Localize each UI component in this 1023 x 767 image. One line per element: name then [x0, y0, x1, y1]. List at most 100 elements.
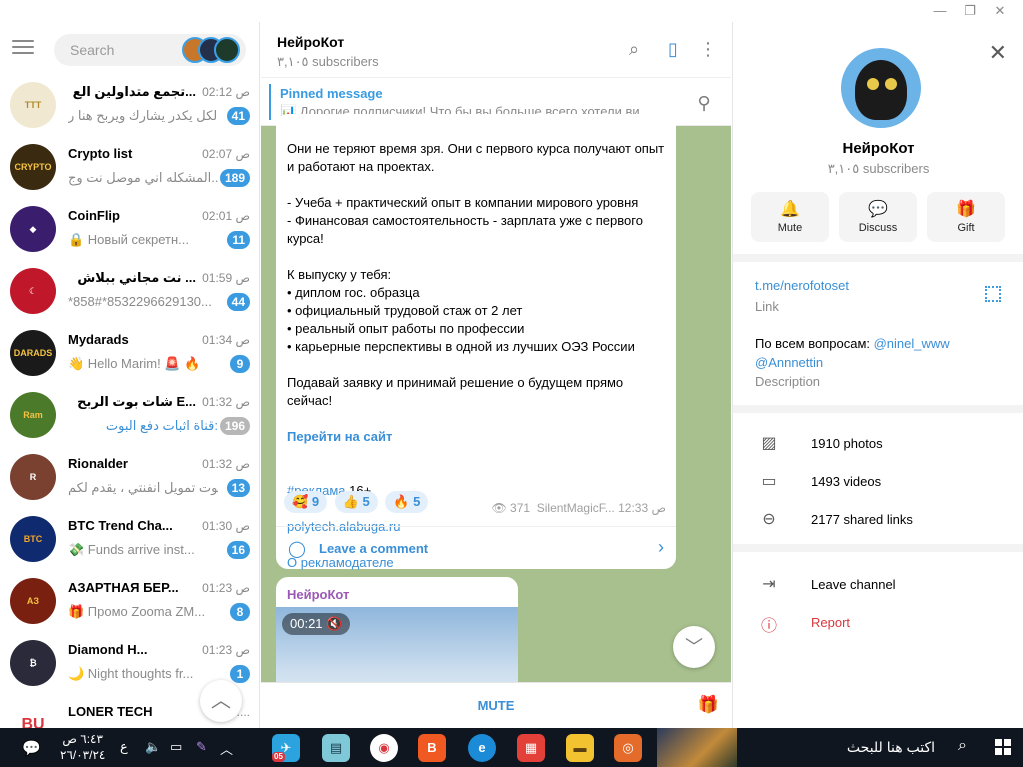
gift-icon[interactable]: 🎁	[698, 695, 719, 715]
store-icon[interactable]: ▦	[517, 734, 545, 762]
app-icon[interactable]: ▤	[322, 734, 350, 762]
chat-item[interactable]: TTT تجمع متداولين الع... ص 02:12 الكل يك…	[0, 74, 259, 136]
leave-channel-button[interactable]: ⇥ Leave channel	[733, 566, 1023, 604]
unread-badge: 44	[226, 293, 250, 311]
scroll-down-button[interactable]: ﹀	[673, 626, 715, 668]
chat-avatar: ◆	[10, 206, 56, 252]
tray-chevron-icon[interactable]: ︿	[220, 739, 233, 758]
language-indicator[interactable]: ع	[120, 739, 128, 755]
chat-avatar: DARADS	[10, 330, 56, 376]
comment-icon: ◯	[288, 541, 306, 558]
link-label: Link	[755, 299, 779, 314]
search-icon[interactable]: ⌕	[623, 38, 645, 60]
notification-icon[interactable]: 💬	[22, 739, 41, 757]
reaction-chip[interactable]: 🔥 5	[385, 491, 429, 513]
chat-preview: *858#*8532296629130...	[68, 294, 212, 309]
chrome-icon[interactable]: ◉	[370, 734, 398, 762]
reactions: 🥰 9 👍 5 🔥 5	[284, 491, 432, 513]
windows-start-icon[interactable]	[995, 739, 1011, 755]
more-options-icon[interactable]: ⋮	[697, 38, 719, 60]
channel-link[interactable]: t.me/nerofotoset	[755, 278, 849, 293]
chat-item[interactable]: DARADS Mydarads ص 01:34 👋 Hello Marim! 🚨…	[0, 322, 259, 384]
window-close-icon[interactable]: ✕	[985, 2, 1015, 20]
pinned-title: Pinned message	[280, 86, 383, 101]
chat-header[interactable]: НейроКот ٣,١٠٥ subscribers ⌕ ▯ ⋮	[261, 22, 731, 78]
close-icon[interactable]: ✕	[989, 40, 1007, 66]
search-icon[interactable]: ⌕	[958, 737, 967, 755]
video-duration[interactable]: 00:21 🔇	[282, 613, 351, 635]
search-highlight-image[interactable]	[657, 728, 737, 767]
chat-preview: 🌙 Night thoughts fr...	[68, 666, 194, 681]
chat-item[interactable]: ◆ CoinFlip ص 02:01 🔒 Новый секретн... 11	[0, 198, 259, 260]
chat-preview: بوت تمويل انفنتي ، يقدم لكم...	[68, 480, 218, 495]
mute-bar: MUTE 🎁	[261, 682, 731, 728]
message-author: SilentMagicF...	[536, 501, 615, 515]
clock[interactable]: ٦:٤٣ ص ٢٦/٠٣/٢٤	[60, 731, 105, 763]
pen-icon[interactable]: ✎	[196, 739, 207, 755]
game-app-icon[interactable]: ◎	[614, 734, 642, 762]
unread-badge: 13	[226, 479, 250, 497]
channel-avatar[interactable]	[841, 48, 921, 128]
mute-action-button[interactable]: 🔔 Mute	[751, 192, 829, 242]
chat-time: ص 01:59	[202, 271, 250, 285]
videos-row[interactable]: ▭ 1493 videos	[733, 463, 1023, 501]
photos-row[interactable]: ▨ 1910 photos	[733, 425, 1023, 463]
chat-item[interactable]: Ram شات بوت الربح E... ص 01:32 قناة اثبا…	[0, 384, 259, 446]
chat-item[interactable]: CRYPTO Crypto list ص 02:07 المشكله اني م…	[0, 136, 259, 198]
discuss-button[interactable]: 💬 Discuss	[839, 192, 917, 242]
chat-title: تجمع متداولين الع...	[72, 84, 196, 99]
links-row[interactable]: ⊖ 2177 shared links	[733, 501, 1023, 539]
chat-avatar: Ram	[10, 392, 56, 438]
minimize-icon[interactable]: —	[925, 2, 955, 20]
link-icon: ⊖	[762, 511, 776, 528]
chat-item[interactable]: ☾ نت مجاني ببلاش ... ص 01:59 *858#*85322…	[0, 260, 259, 322]
chat-item[interactable]: BTC BTC Trend Cha... ص 01:30 💸 Funds arr…	[0, 508, 259, 570]
divider	[733, 544, 1023, 552]
chat-time: ص 01:23	[202, 581, 250, 595]
stories-avatars[interactable]	[182, 37, 242, 63]
restore-icon[interactable]: ❐	[955, 2, 985, 20]
scroll-up-button[interactable]: ︿	[200, 680, 242, 722]
message-author: НейроКот	[287, 587, 350, 602]
unpin-icon[interactable]: ⚲	[693, 92, 715, 114]
taskbar-search[interactable]: اكتب هنا للبحث	[847, 739, 935, 756]
chat-title: CoinFlip	[68, 208, 120, 223]
edge-icon[interactable]: e	[468, 734, 496, 762]
telegram-app-icon[interactable]: ✈ 05	[272, 734, 300, 762]
chat-preview: 👋 Hello Marim! 🚨 🔥	[68, 356, 201, 371]
chat-title: Mydarads	[68, 332, 129, 347]
report-button[interactable]: ⓘ Report	[733, 604, 1023, 642]
network-icon[interactable]: ▭	[170, 739, 182, 755]
reaction-chip[interactable]: 👍 5	[334, 491, 378, 513]
cta-link[interactable]: Перейти на сайт	[287, 428, 667, 446]
reaction-chip[interactable]: 🥰 9	[284, 491, 328, 513]
chat-avatar: АЗ	[10, 578, 56, 624]
mute-button[interactable]: MUTE	[261, 698, 731, 713]
file-explorer-icon[interactable]: ▬	[566, 734, 594, 762]
unread-badge: 189	[219, 169, 250, 187]
chat-avatar: BU	[10, 702, 56, 728]
volume-icon[interactable]: 🔈	[145, 739, 161, 755]
chat-title: Rionalder	[68, 456, 128, 471]
gift-button[interactable]: 🎁 Gift	[927, 192, 1005, 242]
mention-link[interactable]: @Annnettin	[755, 355, 823, 370]
leave-comment-button[interactable]: ◯ Leave a comment ›	[276, 526, 676, 568]
mention-link[interactable]: @ninel_www	[874, 336, 950, 351]
search-input[interactable]: Search	[54, 34, 246, 66]
sidebar-toggle-icon[interactable]: ▯	[662, 38, 684, 60]
qr-code-icon[interactable]	[985, 286, 1001, 302]
channel-name: НейроКот	[277, 34, 345, 50]
hamburger-menu-icon[interactable]	[12, 40, 34, 56]
profile-name: НейроКот	[842, 140, 915, 157]
chat-title: نت مجاني ببلاش ...	[77, 270, 196, 285]
comment-label: Leave a comment	[319, 541, 429, 556]
chat-preview: المشكله اني موصل نت وج...	[68, 170, 218, 185]
brave-icon[interactable]: B	[418, 734, 446, 762]
chat-item[interactable]: R Rionalder ص 01:32 بوت تمويل انفنتي ، ي…	[0, 446, 259, 508]
message-bubble[interactable]: Они не теряют время зря. Они с первого к…	[276, 114, 676, 570]
chat-title: Crypto list	[68, 146, 133, 161]
views-count: 371	[510, 501, 531, 515]
chat-item[interactable]: АЗ АЗАРТНАЯ БЕР... ص 01:23 🎁 Промо Zooma…	[0, 570, 259, 632]
gift-icon: 🎁	[956, 201, 976, 218]
window-titlebar: — ❐ ✕	[0, 0, 1023, 22]
